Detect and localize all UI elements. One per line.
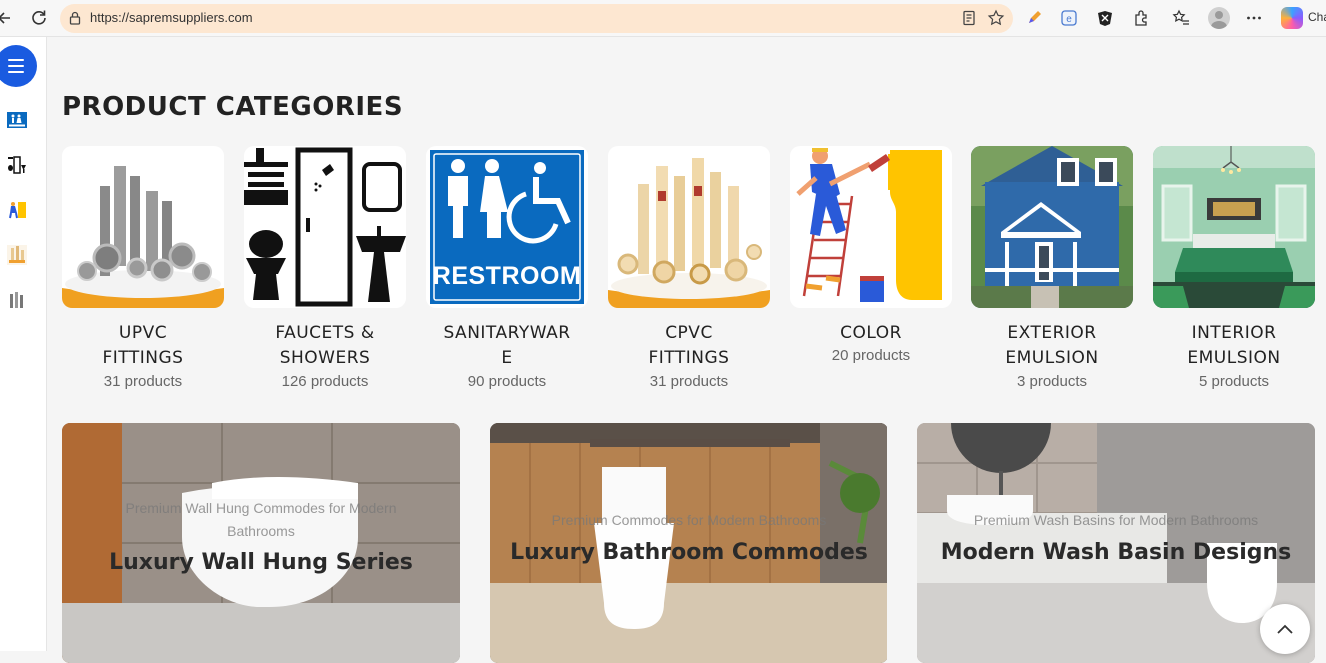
chevron-up-icon [1277,624,1293,634]
reader-view-icon[interactable] [960,9,978,27]
category-name-line2[interactable]: FITTINGS [608,346,770,371]
category-count-interior-emulsion: 5 products [1198,373,1270,390]
category-name-line2[interactable]: EMULSION [1153,346,1315,371]
main-content: PRODUCT CATEGORIES UPVC FITTINGS 31 prod… [47,37,1326,663]
category-name-line1[interactable]: INTERIOR [1153,321,1315,346]
category-count-exterior-emulsion: 3 products [1016,373,1088,390]
pen-icon[interactable] [1025,9,1043,27]
category-name-upvc[interactable]: UPVC FITTINGS [62,321,224,371]
extension-shield-icon[interactable] [1096,9,1114,27]
category-name-interior-emulsion[interactable]: INTERIOR EMULSION [1153,321,1315,371]
category-count-upvc: 31 products [103,373,183,390]
favorites-icon[interactable] [1172,9,1190,27]
sidebar-restroom-thumb[interactable] [7,110,27,130]
banner-subtitle: Premium Wash Basins for Modern Bathrooms [973,512,1259,528]
category-image-upvc[interactable] [62,146,224,308]
more-options-icon[interactable] [1245,9,1263,27]
banner-subtitle: Premium Wall Hung Commodes for Modern Ba… [125,500,397,539]
category-image-exterior-emulsion[interactable] [971,146,1133,308]
category-count-sanitaryware: 90 products [467,373,547,390]
category-name-color[interactable]: COLOR [790,321,952,346]
category-card-upvc[interactable]: UPVC FITTINGS 31 products [62,146,224,396]
category-name-line1[interactable]: FAUCETS & [244,321,406,346]
copilot-icon[interactable] [1281,7,1303,29]
category-name-sanitaryware[interactable]: SANITARYWAR E [426,321,588,371]
lock-icon[interactable] [68,11,82,25]
category-name-line1[interactable]: SANITARYWAR [426,321,588,346]
extensions-puzzle-icon[interactable] [1133,9,1151,27]
category-name-line2[interactable]: E [426,346,588,371]
category-card-interior-emulsion[interactable]: INTERIOR EMULSION 5 products [1153,146,1315,396]
left-sidebar [0,37,47,651]
profile-avatar[interactable] [1208,7,1230,29]
svg-text:e: e [1066,14,1072,25]
category-name-line1[interactable]: CPVC [608,321,770,346]
restroom-sign-text: RESTROOM [432,262,582,290]
category-card-cpvc[interactable]: CPVC FITTINGS 31 products [608,146,770,396]
category-name-cpvc[interactable]: CPVC FITTINGS [608,321,770,371]
back-arrow-icon[interactable] [0,9,14,27]
category-name-line2[interactable]: FITTINGS [62,346,224,371]
extension-c-icon[interactable]: e [1060,9,1078,27]
scroll-to-top-button[interactable] [1260,604,1310,654]
banner-title[interactable]: Luxury Wall Hung Series [62,550,460,575]
category-count-faucets: 126 products [281,373,369,390]
favorite-star-icon[interactable] [987,9,1005,27]
category-count-color: 20 products [831,347,911,364]
banner-subtitle: Premium Commodes for Modern Bathrooms [551,512,827,528]
sidebar-upvc-thumb[interactable] [7,290,27,310]
url-text[interactable]: https://sapremsuppliers.com [90,10,253,25]
banner-title[interactable]: Modern Wash Basin Designs [917,540,1315,565]
address-bar[interactable]: https://sapremsuppliers.com [60,4,1013,33]
category-card-faucets[interactable]: FAUCETS & SHOWERS 126 products [244,146,406,396]
category-image-faucets[interactable] [244,146,406,308]
category-card-exterior-emulsion[interactable]: EXTERIOR EMULSION 3 products [971,146,1133,396]
banner-title[interactable]: Luxury Bathroom Commodes [490,540,888,565]
banner-wall-hung[interactable]: Premium Wall Hung Commodes for Modern Ba… [62,423,460,663]
category-count-cpvc: 31 products [649,373,729,390]
category-name-exterior-emulsion[interactable]: EXTERIOR EMULSION [971,321,1133,371]
sidebar-faucets-thumb[interactable] [7,155,27,175]
category-card-color[interactable]: COLOR 20 products [790,146,952,396]
category-image-sanitaryware[interactable]: RESTROOM [426,146,588,308]
menu-hamburger-button[interactable] [0,45,37,87]
category-card-sanitaryware[interactable]: RESTROOM SANITARYWAR E 90 products [426,146,588,396]
banner-commodes[interactable]: Premium Commodes for Modern Bathrooms Lu… [490,423,888,663]
reload-icon[interactable] [30,8,48,26]
category-image-cpvc[interactable] [608,146,770,308]
category-name-line1[interactable]: COLOR [790,321,952,346]
category-image-color[interactable] [790,146,952,308]
category-name-line1[interactable]: EXTERIOR [971,321,1133,346]
sidebar-cpvc-thumb[interactable] [7,245,27,265]
category-name-line2[interactable]: EMULSION [971,346,1133,371]
sidebar-color-thumb[interactable] [7,200,27,220]
category-image-interior-emulsion[interactable] [1153,146,1315,308]
banner-wash-basin[interactable]: Premium Wash Basins for Modern Bathrooms… [917,423,1315,663]
category-name-line1[interactable]: UPVC [62,321,224,346]
section-title: PRODUCT CATEGORIES [62,92,404,122]
category-name-line2[interactable]: SHOWERS [244,346,406,371]
copilot-label[interactable]: Cha [1308,10,1326,24]
browser-toolbar: https://sapremsuppliers.com e Cha [0,0,1326,37]
category-name-faucets[interactable]: FAUCETS & SHOWERS [244,321,406,371]
